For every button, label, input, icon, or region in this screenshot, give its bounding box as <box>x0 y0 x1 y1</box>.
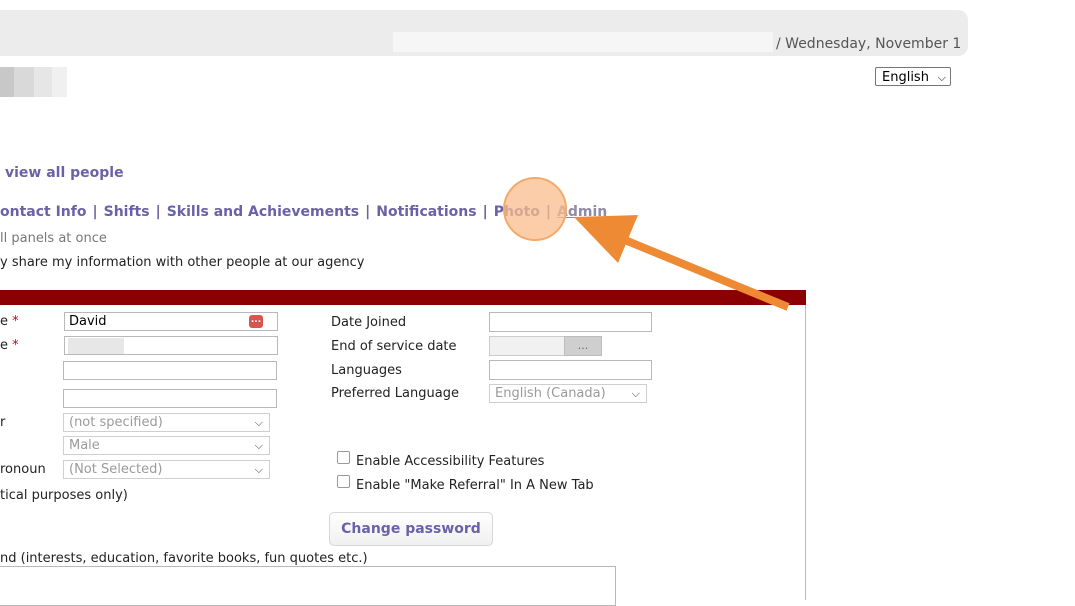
tab-separator: | <box>365 204 371 220</box>
first-name-field[interactable]: David ... <box>64 312 278 331</box>
end-of-service-field[interactable] <box>489 336 565 356</box>
view-all-people-link[interactable]: view all people <box>5 165 124 181</box>
referral-checkbox[interactable] <box>337 475 350 488</box>
first-name-value: David <box>69 314 107 329</box>
language-select[interactable]: English ⌵ <box>875 67 951 86</box>
gender-select[interactable]: (not specified) ⌵ <box>63 413 270 432</box>
chevron-down-icon: ⌵ <box>631 387 640 400</box>
tab-separator: | <box>482 204 488 220</box>
chevron-down-icon: ⌵ <box>254 416 263 429</box>
share-info-label: y share my information with other people… <box>0 255 365 270</box>
tab-contact-info[interactable]: ontact Info <box>0 204 86 220</box>
chevron-down-icon: ⌵ <box>254 439 263 452</box>
pointer-arrow-icon <box>574 215 790 311</box>
date-joined-field[interactable] <box>489 312 652 332</box>
language-select-value: English <box>882 70 929 85</box>
current-date: / Wednesday, November 1 <box>776 36 962 52</box>
last-name-label: e * <box>0 338 19 353</box>
open-all-panels-link[interactable]: ll panels at once <box>0 231 107 246</box>
bio-label: nd (interests, education, favorite books… <box>0 551 368 566</box>
preferred-language-value: English (Canada) <box>495 386 606 401</box>
date-joined-label: Date Joined <box>331 315 407 330</box>
required-mark: * <box>12 314 19 329</box>
redacted-breadcrumb <box>393 32 773 52</box>
text-field-3[interactable] <box>63 361 277 380</box>
tab-notifications[interactable]: Notifications <box>376 204 476 220</box>
tab-skills[interactable]: Skills and Achievements <box>167 204 359 220</box>
pronoun-label: ronoun <box>0 462 46 477</box>
gender-select-value: (not specified) <box>69 415 163 430</box>
change-password-button[interactable]: Change password <box>329 512 493 546</box>
tab-separator: | <box>92 204 98 220</box>
accessibility-checkbox[interactable] <box>337 451 350 464</box>
end-of-service-label: End of service date <box>331 339 457 354</box>
preferred-language-select[interactable]: English (Canada) ⌵ <box>489 384 647 403</box>
first-name-label: e * <box>0 314 19 329</box>
panel-border <box>805 305 806 600</box>
bio-textarea[interactable] <box>0 566 616 606</box>
preferred-language-label: Preferred Language <box>331 386 459 401</box>
referral-label: Enable "Make Referral" In A New Tab <box>356 478 594 493</box>
pronoun-select[interactable]: (Not Selected) ⌵ <box>63 460 270 479</box>
click-highlight <box>503 177 567 241</box>
redacted-last-name <box>68 338 124 354</box>
sex-select[interactable]: Male ⌵ <box>63 436 270 455</box>
tab-separator: | <box>155 204 161 220</box>
date-picker-button[interactable]: ... <box>564 336 602 356</box>
logo <box>0 67 67 97</box>
statistical-note: tical purposes only) <box>0 488 128 503</box>
pronoun-select-value: (Not Selected) <box>69 462 163 477</box>
more-icon[interactable]: ... <box>249 315 263 328</box>
accessibility-label: Enable Accessibility Features <box>356 454 545 469</box>
sex-select-value: Male <box>69 438 100 453</box>
required-mark: * <box>12 338 19 353</box>
tab-shifts[interactable]: Shifts <box>104 204 150 220</box>
chevron-down-icon: ⌵ <box>254 463 263 476</box>
text-field-4[interactable] <box>63 389 277 408</box>
chevron-down-icon: ⌵ <box>937 71 946 84</box>
languages-label: Languages <box>331 363 402 378</box>
gender-label: r <box>0 415 6 430</box>
languages-field[interactable] <box>489 360 652 380</box>
